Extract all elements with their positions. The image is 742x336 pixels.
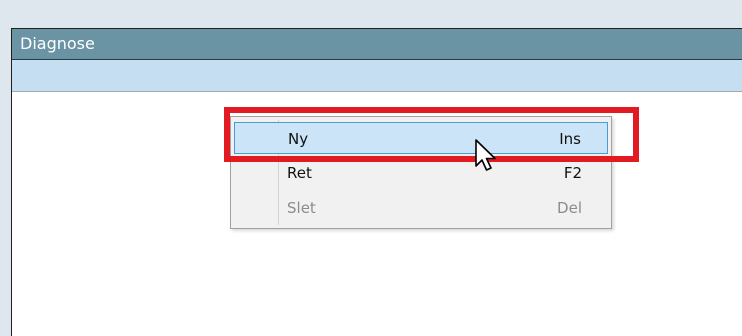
menu-item-shortcut: F2 xyxy=(563,164,582,182)
menu-item-ret[interactable]: Ret F2 xyxy=(234,157,608,189)
panel-title: Diagnose xyxy=(20,34,95,53)
screen: Diagnose Ny Ins Ret F2 Slet Del xyxy=(0,0,742,336)
menu-item-label: Slet xyxy=(287,199,316,217)
menu-item-label: Ny xyxy=(288,130,309,148)
menu-item-shortcut: Del xyxy=(557,199,582,217)
menu-item-label: Ret xyxy=(287,164,312,182)
menu-item-ny[interactable]: Ny Ins xyxy=(234,122,608,154)
menu-item-slet: Slet Del xyxy=(234,192,608,224)
menu-item-shortcut: Ins xyxy=(559,130,581,148)
panel-toolbar xyxy=(12,60,742,92)
context-menu: Ny Ins Ret F2 Slet Del xyxy=(230,116,612,229)
arrow-cursor-icon xyxy=(475,139,496,171)
panel-titlebar: Diagnose xyxy=(12,29,742,60)
